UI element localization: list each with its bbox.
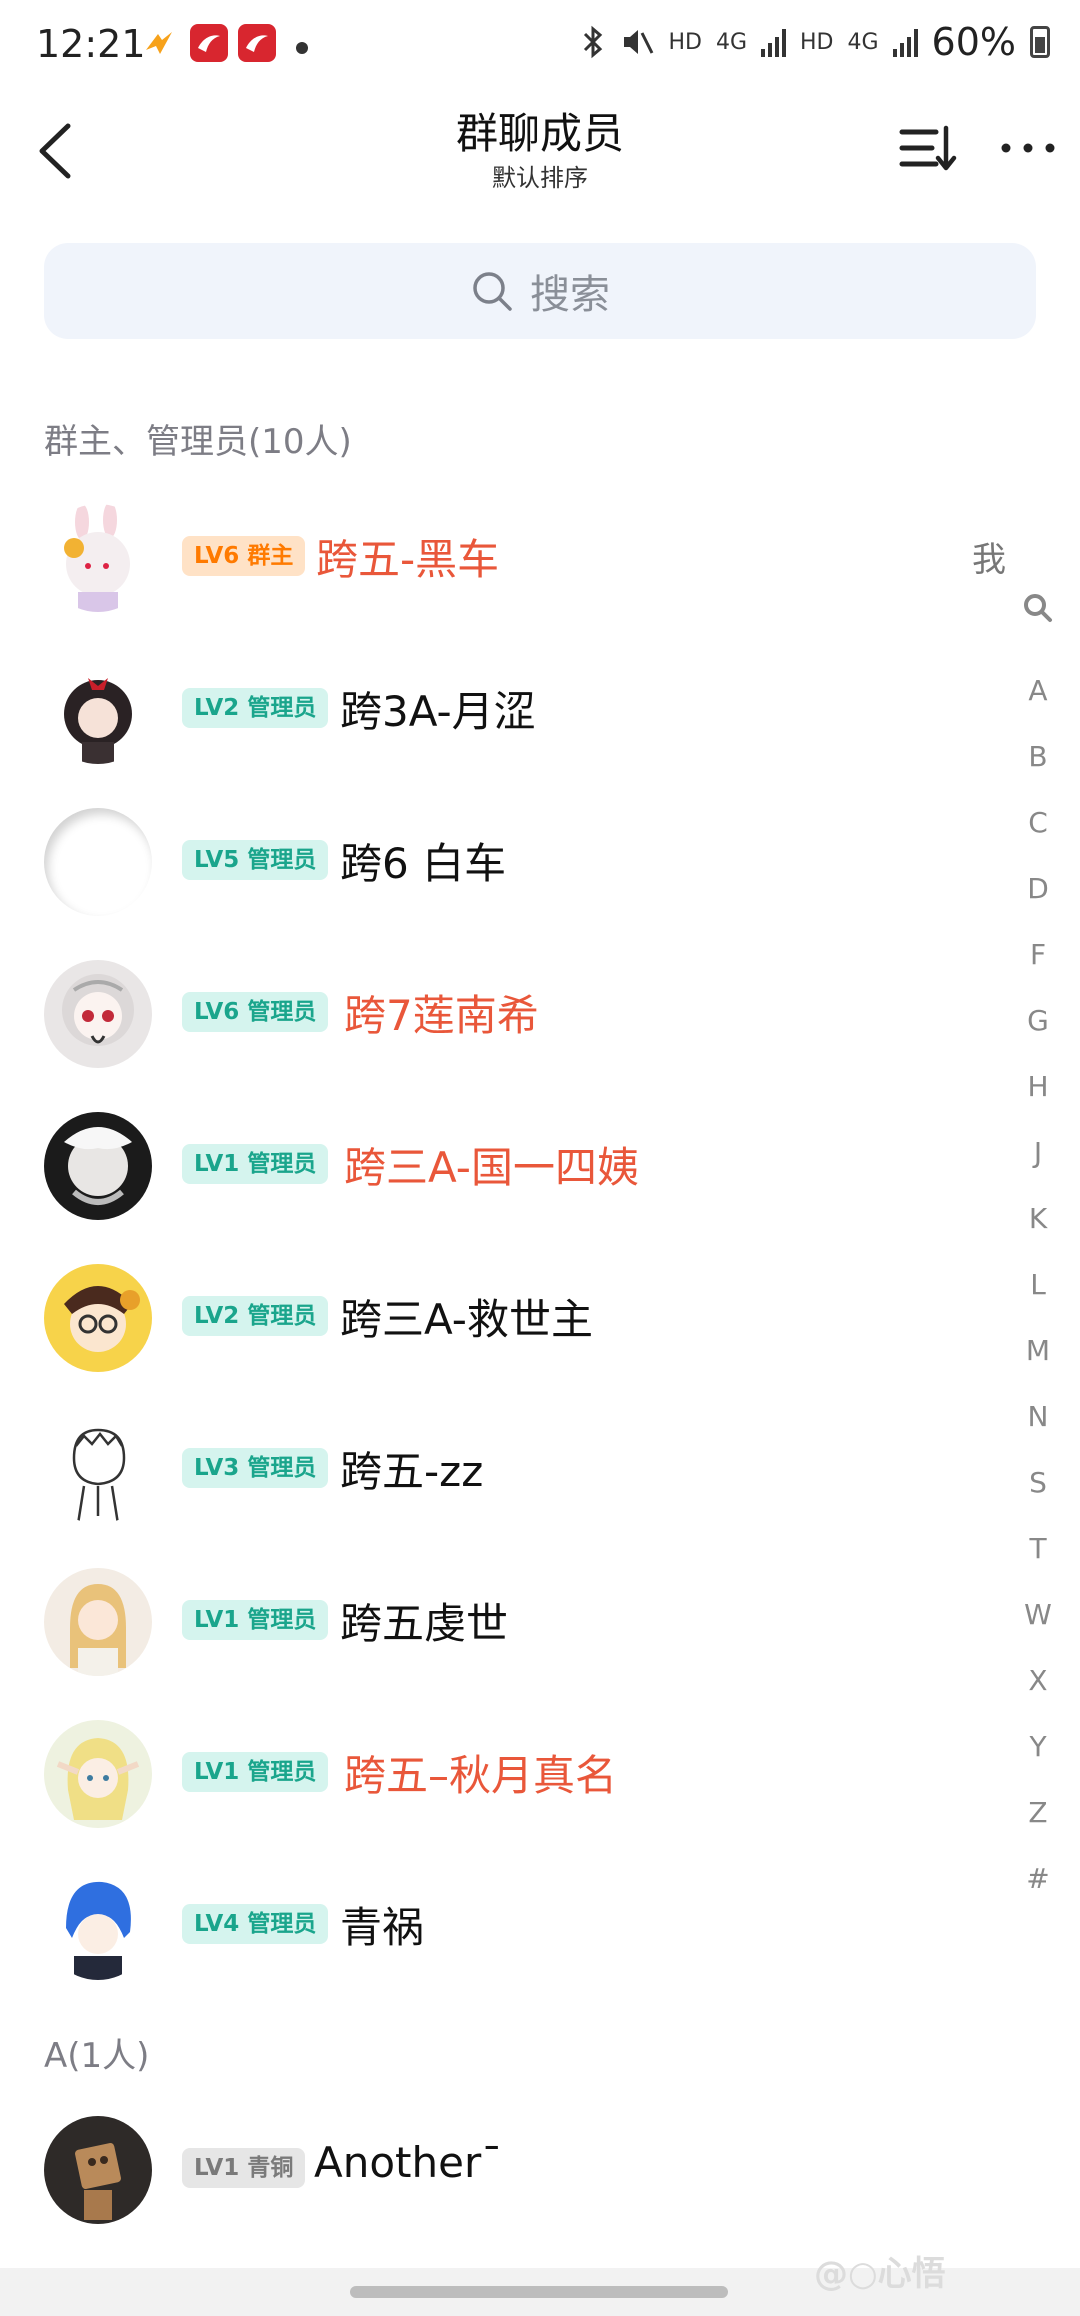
index-letter[interactable]: # — [1010, 1862, 1066, 1895]
section-header-admins: 群主、管理员(10人) — [44, 422, 352, 462]
hd-label: HD — [800, 29, 834, 55]
avatar — [44, 656, 152, 764]
avatar — [44, 1112, 152, 1220]
airline-app-icon — [190, 24, 228, 62]
index-search-icon[interactable] — [1010, 592, 1066, 631]
member-row[interactable]: LV6 群主 跨五-黑车 我 — [0, 482, 1006, 634]
app-notification-icon — [140, 24, 178, 62]
member-row[interactable]: LV2 管理员 跨三A-救世主 — [0, 1242, 1000, 1394]
index-letter[interactable]: B — [1010, 740, 1066, 773]
level-role-badge: LV1 管理员 — [182, 1752, 329, 1792]
airline-app-icon — [238, 24, 276, 62]
member-name: 跨6 白车 — [340, 839, 507, 888]
member-row[interactable]: LV1 管理员 跨五–秋月真名 — [0, 1698, 1000, 1850]
avatar — [44, 2116, 152, 2224]
battery-percent: 60% — [931, 20, 1016, 64]
avatar — [44, 1416, 152, 1524]
index-letter[interactable]: J — [1010, 1136, 1066, 1169]
level-role-badge: LV2 管理员 — [182, 688, 329, 728]
level-role-badge: LV1 管理员 — [182, 1144, 329, 1184]
member-row[interactable]: LV1 管理员 跨三A-国一四姨 — [0, 1090, 1000, 1242]
avatar — [44, 1568, 152, 1676]
sort-icon — [899, 125, 957, 171]
level-role-badge: LV2 管理员 — [182, 1296, 329, 1336]
watermark: @○心悟 — [814, 2254, 946, 2294]
signal-icon — [761, 27, 786, 57]
level-role-badge: LV1 管理员 — [182, 1600, 329, 1640]
bluetooth-icon — [584, 25, 603, 59]
header: 群聊成员 默认排序 — [0, 96, 1080, 206]
member-row[interactable]: LV1 管理员 跨五虔世 — [0, 1546, 1000, 1698]
index-letter[interactable]: Y — [1010, 1730, 1066, 1763]
index-letter[interactable]: S — [1010, 1466, 1066, 1499]
more-notifications-dot — [296, 42, 308, 54]
index-letter[interactable]: A — [1010, 674, 1066, 707]
index-letter[interactable]: N — [1010, 1400, 1066, 1433]
section-header-a: A(1人) — [44, 2036, 150, 2076]
index-letter[interactable]: F — [1010, 938, 1066, 971]
avatar — [44, 1264, 152, 1372]
index-letter[interactable]: M — [1010, 1334, 1066, 1367]
index-letter[interactable]: D — [1010, 872, 1066, 905]
index-letter[interactable]: C — [1010, 806, 1066, 839]
member-row[interactable]: LV5 管理员 跨6 白车 — [0, 786, 1000, 938]
member-row[interactable]: LV1 青铜 Another¯ — [0, 2094, 1000, 2246]
member-name: 跨三A-国一四姨 — [344, 1143, 639, 1192]
search-input[interactable]: 搜索 — [44, 243, 1036, 339]
level-role-badge: LV5 管理员 — [182, 840, 329, 880]
battery-icon — [1030, 26, 1050, 58]
avatar — [44, 1720, 152, 1828]
search-icon — [473, 272, 512, 311]
index-letter[interactable]: T — [1010, 1532, 1066, 1565]
member-name: 跨五-黑车 — [316, 535, 500, 584]
index-letter[interactable]: W — [1010, 1598, 1066, 1631]
network-label: 4G — [847, 29, 879, 55]
member-name: Another¯ — [314, 2138, 503, 2187]
sort-button[interactable] — [898, 118, 958, 178]
more-button[interactable] — [998, 118, 1058, 178]
member-name: 青祸 — [340, 1903, 425, 1952]
member-name: 跨五虔世 — [340, 1599, 509, 1648]
index-letter[interactable]: L — [1010, 1268, 1066, 1301]
index-letter[interactable]: H — [1010, 1070, 1066, 1103]
level-role-badge: LV4 管理员 — [182, 1904, 329, 1944]
level-role-badge: LV6 管理员 — [182, 992, 329, 1032]
member-row[interactable]: LV3 管理员 跨五-zz — [0, 1394, 1000, 1546]
avatar — [44, 808, 152, 916]
index-letter[interactable]: X — [1010, 1664, 1066, 1697]
status-time: 12:21 — [36, 22, 146, 66]
index-letter[interactable]: Z — [1010, 1796, 1066, 1829]
level-role-badge: LV6 群主 — [182, 536, 306, 576]
network-label: 4G — [715, 29, 747, 55]
index-letter[interactable]: G — [1010, 1004, 1066, 1037]
level-role-badge: LV1 青铜 — [182, 2148, 306, 2188]
member-row[interactable]: LV6 管理员 跨7莲南希 — [0, 938, 1000, 1090]
more-dots-icon — [1001, 143, 1055, 153]
member-name: 跨3A-月涩 — [340, 687, 536, 736]
mute-icon — [624, 30, 654, 54]
avatar — [44, 960, 152, 1068]
avatar — [44, 1872, 152, 1980]
self-tag: 我 — [972, 540, 1006, 580]
home-indicator[interactable] — [350, 2286, 728, 2298]
signal-icon — [892, 27, 918, 57]
member-name: 跨五-zz — [340, 1447, 484, 1496]
member-name: 跨三A-救世主 — [340, 1295, 593, 1344]
member-row[interactable]: LV2 管理员 跨3A-月涩 — [0, 634, 1000, 786]
hd-label: HD — [668, 29, 702, 55]
member-row[interactable]: LV4 管理员 青祸 — [0, 1850, 1000, 2002]
member-name: 跨7莲南希 — [344, 991, 539, 1040]
status-bar: 12:21 HD 4G HD 4G 60% — [0, 0, 1080, 96]
search-placeholder: 搜索 — [530, 272, 610, 318]
avatar — [44, 504, 152, 612]
status-indicators: HD 4G HD 4G 60% — [580, 20, 1050, 64]
index-letter[interactable]: K — [1010, 1202, 1066, 1235]
level-role-badge: LV3 管理员 — [182, 1448, 329, 1488]
member-name: 跨五–秋月真名 — [344, 1751, 618, 1800]
